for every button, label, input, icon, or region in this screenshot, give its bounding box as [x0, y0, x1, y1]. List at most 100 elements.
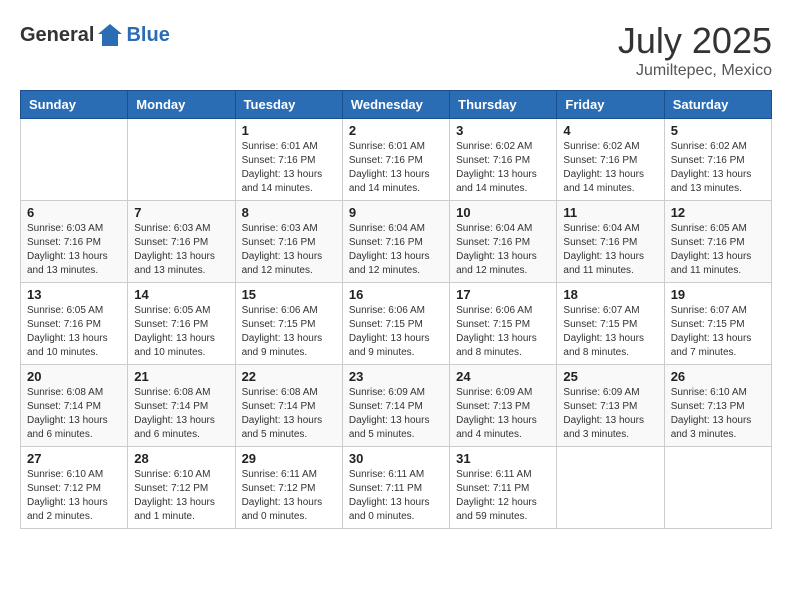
day-info: Sunrise: 6:08 AM Sunset: 7:14 PM Dayligh… — [134, 386, 228, 442]
day-number: 15 — [242, 287, 336, 302]
week-row-1: 1 Sunrise: 6:01 AM Sunset: 7:16 PM Daylig… — [21, 119, 772, 201]
day-info: Sunrise: 6:10 AM Sunset: 7:12 PM Dayligh… — [134, 468, 228, 524]
location-title: Jumiltepec, Mexico — [618, 62, 772, 80]
logo-general: General — [20, 24, 94, 47]
header-sunday: Sunday — [21, 91, 128, 119]
header-tuesday: Tuesday — [235, 91, 342, 119]
calendar-cell: 5 Sunrise: 6:02 AM Sunset: 7:16 PM Daylig… — [664, 119, 771, 201]
day-info: Sunrise: 6:11 AM Sunset: 7:11 PM Dayligh… — [349, 468, 443, 524]
day-info: Sunrise: 6:10 AM Sunset: 7:13 PM Dayligh… — [671, 386, 765, 442]
day-number: 1 — [242, 123, 336, 138]
calendar-cell: 23Sunrise: 6:09 AM Sunset: 7:14 PM Dayli… — [342, 365, 449, 447]
day-number: 7 — [134, 205, 228, 220]
calendar-cell: 19 Sunrise: 6:07 AM Sunset: 7:15 PM Dayli… — [664, 283, 771, 365]
calendar-cell: 20Sunrise: 6:08 AM Sunset: 7:14 PM Dayli… — [21, 365, 128, 447]
day-number: 18 — [563, 287, 657, 302]
header-thursday: Thursday — [450, 91, 557, 119]
day-info: Sunrise: 6:05 AM Sunset: 7:16 PM Dayligh… — [671, 222, 765, 278]
title-block: July 2025 Jumiltepec, Mexico — [618, 20, 772, 80]
logo: General Blue — [20, 20, 170, 50]
day-info: Sunrise: 6:06 AM Sunset: 7:15 PM Dayligh… — [349, 304, 443, 360]
page-header: General Blue July 2025 Jumiltepec, Mexic… — [20, 20, 772, 80]
day-number: 24 — [456, 369, 550, 384]
day-info: Sunrise: 6:09 AM Sunset: 7:13 PM Dayligh… — [456, 386, 550, 442]
calendar-cell: 13Sunrise: 6:05 AM Sunset: 7:16 PM Dayli… — [21, 283, 128, 365]
calendar-cell: 29 Sunrise: 6:11 AM Sunset: 7:12 PM Dayli… — [235, 447, 342, 529]
day-number: 14 — [134, 287, 228, 302]
day-info: Sunrise: 6:03 AM Sunset: 7:16 PM Dayligh… — [134, 222, 228, 278]
day-info: Sunrise: 6:11 AM Sunset: 7:12 PM Dayligh… — [242, 468, 336, 524]
calendar-cell — [128, 119, 235, 201]
day-info: Sunrise: 6:10 AM Sunset: 7:12 PM Dayligh… — [27, 468, 121, 524]
day-number: 12 — [671, 205, 765, 220]
day-info: Sunrise: 6:06 AM Sunset: 7:15 PM Dayligh… — [242, 304, 336, 360]
header-wednesday: Wednesday — [342, 91, 449, 119]
calendar-cell: 4 Sunrise: 6:02 AM Sunset: 7:16 PM Daylig… — [557, 119, 664, 201]
day-info: Sunrise: 6:09 AM Sunset: 7:13 PM Dayligh… — [563, 386, 657, 442]
day-info: Sunrise: 6:01 AM Sunset: 7:16 PM Dayligh… — [242, 140, 336, 196]
day-number: 30 — [349, 451, 443, 466]
day-info: Sunrise: 6:07 AM Sunset: 7:15 PM Dayligh… — [671, 304, 765, 360]
day-info: Sunrise: 6:07 AM Sunset: 7:15 PM Dayligh… — [563, 304, 657, 360]
calendar-cell — [557, 447, 664, 529]
day-number: 29 — [242, 451, 336, 466]
day-info: Sunrise: 6:04 AM Sunset: 7:16 PM Dayligh… — [456, 222, 550, 278]
day-number: 16 — [349, 287, 443, 302]
day-number: 28 — [134, 451, 228, 466]
day-info: Sunrise: 6:08 AM Sunset: 7:14 PM Dayligh… — [242, 386, 336, 442]
day-number: 6 — [27, 205, 121, 220]
day-info: Sunrise: 6:05 AM Sunset: 7:16 PM Dayligh… — [134, 304, 228, 360]
calendar-cell: 8Sunrise: 6:03 AM Sunset: 7:16 PM Daylig… — [235, 201, 342, 283]
calendar-cell: 12 Sunrise: 6:05 AM Sunset: 7:16 PM Dayli… — [664, 201, 771, 283]
calendar-cell — [21, 119, 128, 201]
day-number: 8 — [242, 205, 336, 220]
calendar-cell: 30 Sunrise: 6:11 AM Sunset: 7:11 PM Dayli… — [342, 447, 449, 529]
calendar-cell: 28 Sunrise: 6:10 AM Sunset: 7:12 PM Dayli… — [128, 447, 235, 529]
day-info: Sunrise: 6:06 AM Sunset: 7:15 PM Dayligh… — [456, 304, 550, 360]
day-number: 20 — [27, 369, 121, 384]
calendar-cell: 27 Sunrise: 6:10 AM Sunset: 7:12 PM Dayli… — [21, 447, 128, 529]
day-info: Sunrise: 6:02 AM Sunset: 7:16 PM Dayligh… — [671, 140, 765, 196]
calendar-cell: 26 Sunrise: 6:10 AM Sunset: 7:13 PM Dayli… — [664, 365, 771, 447]
day-number: 3 — [456, 123, 550, 138]
day-info: Sunrise: 6:05 AM Sunset: 7:16 PM Dayligh… — [27, 304, 121, 360]
day-number: 26 — [671, 369, 765, 384]
header-monday: Monday — [128, 91, 235, 119]
week-row-4: 20 Sunrise: 6:08 AM Sunset: 7:14 PM Dayli… — [21, 365, 772, 447]
calendar-cell: 21Sunrise: 6:08 AM Sunset: 7:14 PM Dayli… — [128, 365, 235, 447]
week-row-3: 13Sunrise: 6:05 AM Sunset: 7:16 PM Dayli… — [21, 283, 772, 365]
calendar-cell: 7 Sunrise: 6:03 AM Sunset: 7:16 PM Daylig… — [128, 201, 235, 283]
day-info: Sunrise: 6:09 AM Sunset: 7:14 PM Dayligh… — [349, 386, 443, 442]
calendar-cell: 1 Sunrise: 6:01 AM Sunset: 7:16 PM Daylig… — [235, 119, 342, 201]
calendar-cell: 10 Sunrise: 6:04 AM Sunset: 7:16 PM Dayli… — [450, 201, 557, 283]
day-info: Sunrise: 6:02 AM Sunset: 7:16 PM Dayligh… — [456, 140, 550, 196]
day-info: Sunrise: 6:11 AM Sunset: 7:11 PM Dayligh… — [456, 468, 550, 524]
calendar-cell: 6Sunrise: 6:03 AM Sunset: 7:16 PM Daylig… — [21, 201, 128, 283]
day-number: 22 — [242, 369, 336, 384]
calendar-table: Sunday Monday Tuesday Wednesday Thursday… — [20, 90, 772, 529]
calendar-cell: 22 Sunrise: 6:08 AM Sunset: 7:14 PM Dayli… — [235, 365, 342, 447]
calendar-cell: 11Sunrise: 6:04 AM Sunset: 7:16 PM Dayli… — [557, 201, 664, 283]
calendar-cell: 24 Sunrise: 6:09 AM Sunset: 7:13 PM Dayli… — [450, 365, 557, 447]
day-number: 4 — [563, 123, 657, 138]
week-row-5: 27 Sunrise: 6:10 AM Sunset: 7:12 PM Dayli… — [21, 447, 772, 529]
day-number: 31 — [456, 451, 550, 466]
logo-blue: Blue — [126, 24, 169, 47]
day-number: 27 — [27, 451, 121, 466]
calendar-cell: 18 Sunrise: 6:07 AM Sunset: 7:15 PM Dayli… — [557, 283, 664, 365]
logo-icon — [96, 20, 126, 50]
day-number: 5 — [671, 123, 765, 138]
calendar-cell: 31 Sunrise: 6:11 AM Sunset: 7:11 PM Dayli… — [450, 447, 557, 529]
day-number: 10 — [456, 205, 550, 220]
day-info: Sunrise: 6:01 AM Sunset: 7:16 PM Dayligh… — [349, 140, 443, 196]
calendar-cell: 14 Sunrise: 6:05 AM Sunset: 7:16 PM Dayli… — [128, 283, 235, 365]
day-number: 25 — [563, 369, 657, 384]
weekday-header-row: Sunday Monday Tuesday Wednesday Thursday… — [21, 91, 772, 119]
calendar-cell: 3 Sunrise: 6:02 AM Sunset: 7:16 PM Daylig… — [450, 119, 557, 201]
day-info: Sunrise: 6:02 AM Sunset: 7:16 PM Dayligh… — [563, 140, 657, 196]
day-number: 19 — [671, 287, 765, 302]
month-title: July 2025 — [618, 20, 772, 62]
calendar-cell: 25 Sunrise: 6:09 AM Sunset: 7:13 PM Dayli… — [557, 365, 664, 447]
day-number: 2 — [349, 123, 443, 138]
calendar-cell: 2 Sunrise: 6:01 AM Sunset: 7:16 PM Daylig… — [342, 119, 449, 201]
